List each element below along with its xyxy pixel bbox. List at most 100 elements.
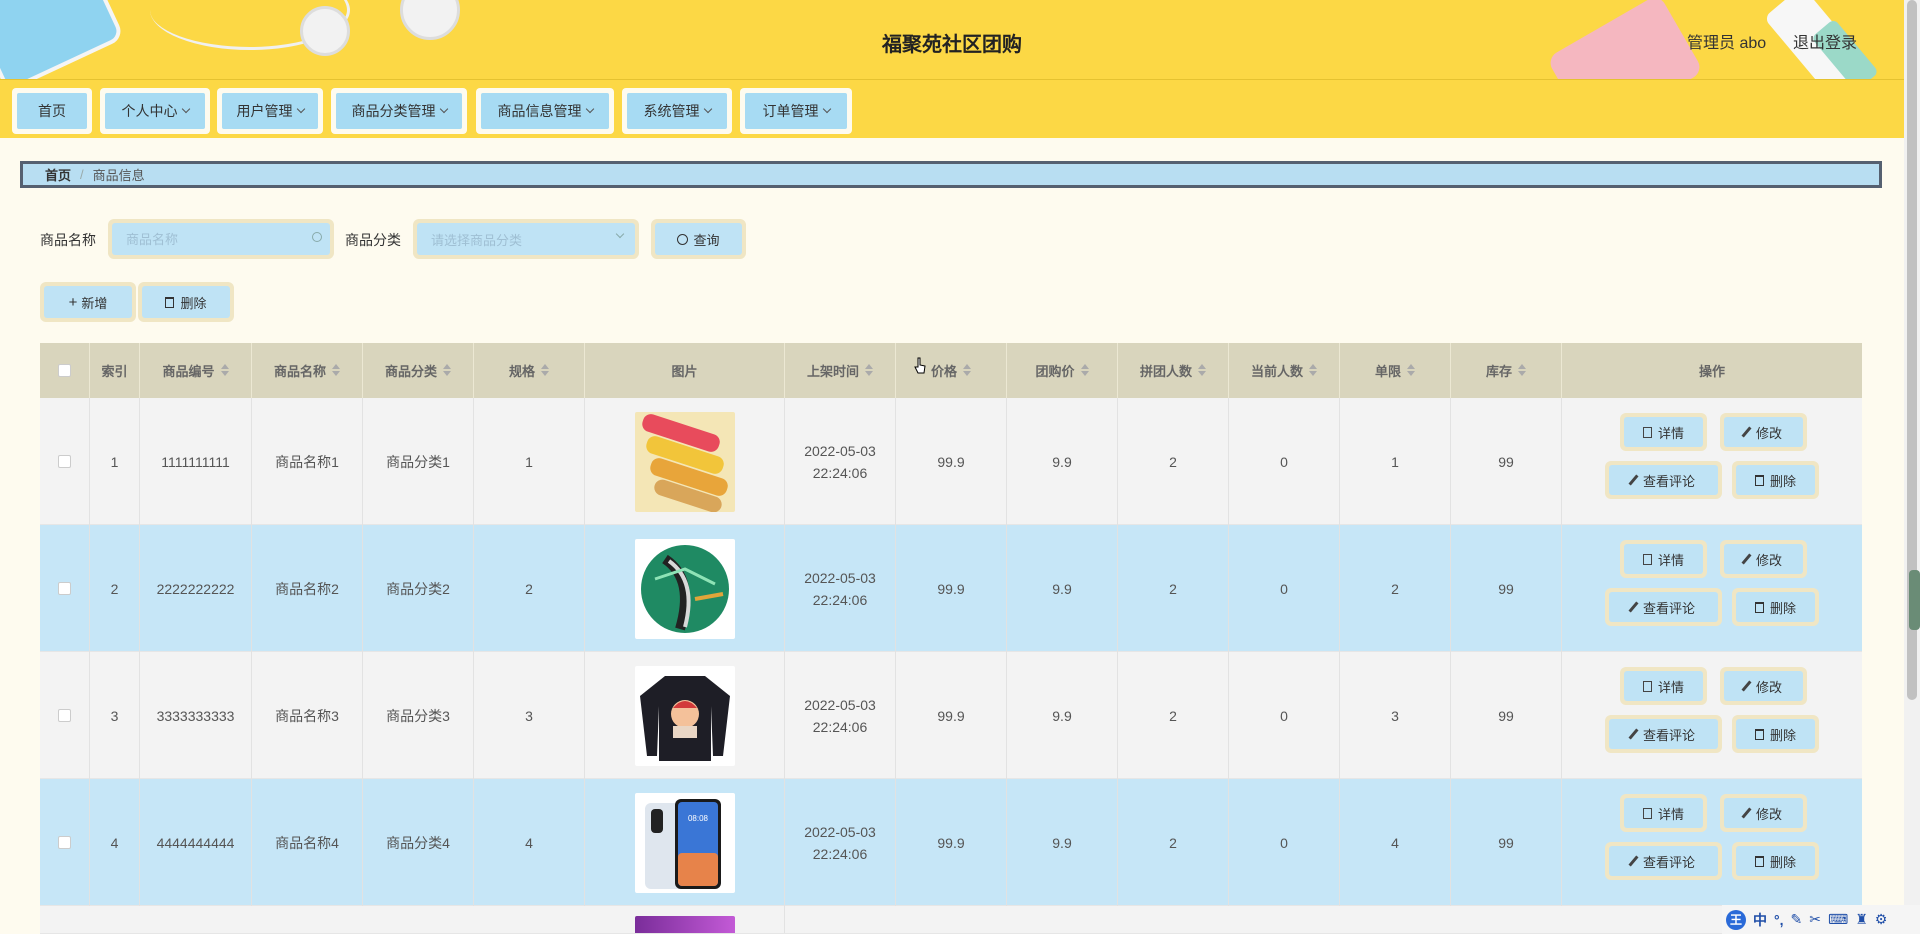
- delete-button-frame: 删除: [1732, 588, 1819, 626]
- header-current[interactable]: 当前人数: [1229, 343, 1340, 398]
- select-all-checkbox[interactable]: [58, 364, 71, 377]
- table-row: 4 4444444444 商品名称4 商品分类4 4 08:08 2022-05…: [40, 779, 1862, 906]
- cell-time: 2022-05-03 22:24:06: [785, 398, 896, 525]
- nav-item-personal-center[interactable]: 个人中心: [100, 88, 210, 134]
- ime-logo[interactable]: 王: [1726, 910, 1746, 930]
- delete-button[interactable]: 删除: [1736, 846, 1815, 876]
- sort-icon[interactable]: [443, 371, 451, 376]
- sort-icon[interactable]: [1518, 371, 1526, 376]
- sort-icon[interactable]: [1309, 371, 1317, 376]
- app-header: 福聚苑社区团购 管理员 abo 退出登录: [0, 0, 1904, 80]
- delete-button[interactable]: 删除: [1736, 465, 1815, 495]
- smartphone-image[interactable]: 08:08: [635, 793, 735, 893]
- nav-item-user-management[interactable]: 用户管理: [217, 88, 323, 134]
- row-checkbox[interactable]: [58, 455, 71, 468]
- pen-icon[interactable]: ✎: [1791, 911, 1803, 928]
- header-group-size[interactable]: 拼团人数: [1118, 343, 1229, 398]
- detail-button-frame: 详情: [1620, 540, 1707, 578]
- nav-item-home[interactable]: 首页: [12, 88, 92, 134]
- header-stock[interactable]: 库存: [1451, 343, 1562, 398]
- product-image[interactable]: [635, 916, 735, 934]
- row-checkbox[interactable]: [58, 836, 71, 849]
- query-button[interactable]: 查询: [655, 223, 742, 255]
- main-nav: 首页 个人中心 用户管理 商品分类管理 商品信息管理 系统管理 订单管理: [0, 80, 1904, 138]
- view-comments-button[interactable]: 查看评论: [1609, 846, 1718, 876]
- batch-delete-button[interactable]: 删除: [142, 286, 230, 318]
- punctuation-icon[interactable]: °,: [1774, 912, 1784, 928]
- edit-button[interactable]: 修改: [1724, 544, 1803, 574]
- nav-item-system-management[interactable]: 系统管理: [622, 88, 732, 134]
- view-comments-button[interactable]: 查看评论: [1609, 465, 1718, 495]
- edit-button[interactable]: 修改: [1724, 798, 1803, 828]
- header-group-price[interactable]: 团购价: [1007, 343, 1118, 398]
- sort-icon[interactable]: [1081, 371, 1089, 376]
- cell-group-price: 9.9: [1007, 779, 1118, 906]
- side-widget-handle[interactable]: [1909, 570, 1920, 630]
- cell-image: [585, 398, 785, 525]
- sort-icon[interactable]: [221, 371, 229, 376]
- document-icon: [1643, 808, 1652, 819]
- header-category[interactable]: 商品分类: [363, 343, 474, 398]
- detail-button[interactable]: 详情: [1624, 798, 1703, 828]
- logout-link[interactable]: 退出登录: [1793, 29, 1857, 53]
- skin-icon[interactable]: ♜: [1855, 911, 1868, 928]
- header-price[interactable]: 价格: [896, 343, 1007, 398]
- cell-limit: 2: [1340, 525, 1451, 652]
- edit-button[interactable]: 修改: [1724, 671, 1803, 701]
- row-checkbox[interactable]: [58, 709, 71, 722]
- nav-item-label: 订单管理: [763, 101, 819, 121]
- view-comments-button[interactable]: 查看评论: [1609, 719, 1718, 749]
- detail-button[interactable]: 详情: [1624, 417, 1703, 447]
- edit-icon: [1741, 553, 1751, 564]
- edit-icon: [1741, 680, 1751, 691]
- delete-button[interactable]: 删除: [1736, 719, 1815, 749]
- sort-icon[interactable]: [1198, 371, 1206, 376]
- edit-button-frame: 修改: [1720, 667, 1807, 705]
- scissors-icon[interactable]: ✂: [1809, 911, 1821, 928]
- detail-button[interactable]: 详情: [1624, 544, 1703, 574]
- cell-date: 2022-05-03: [804, 440, 876, 462]
- delete-button-frame: 删除: [1732, 842, 1819, 880]
- sort-icon[interactable]: [963, 371, 971, 376]
- sort-icon[interactable]: [1407, 371, 1415, 376]
- sort-icon[interactable]: [865, 371, 873, 376]
- settings-icon[interactable]: ⚙: [1875, 911, 1888, 928]
- detail-button-label: 详情: [1658, 804, 1684, 823]
- delete-button[interactable]: 删除: [1736, 592, 1815, 622]
- snack-canister-image[interactable]: [635, 412, 735, 512]
- header-name[interactable]: 商品名称: [252, 343, 363, 398]
- header-ops: 操作: [1562, 343, 1862, 398]
- header-time[interactable]: 上架时间: [785, 343, 896, 398]
- header-select-all[interactable]: [40, 343, 90, 398]
- add-button[interactable]: + 新增: [44, 286, 132, 318]
- sort-icon[interactable]: [332, 371, 340, 376]
- ime-mode-toggle[interactable]: 中: [1753, 910, 1767, 930]
- view-comments-button[interactable]: 查看评论: [1609, 592, 1718, 622]
- delete-button-label: 删除: [1770, 598, 1796, 617]
- product-name-input[interactable]: [126, 232, 289, 247]
- edit-button-label: 修改: [1756, 550, 1782, 569]
- edit-button[interactable]: 修改: [1724, 417, 1803, 447]
- category-select[interactable]: 请选择商品分类: [413, 219, 639, 259]
- comments-button-frame: 查看评论: [1605, 715, 1722, 753]
- nav-item-order-management[interactable]: 订单管理: [740, 88, 852, 134]
- breadcrumb-home[interactable]: 首页: [45, 165, 71, 184]
- header-limit[interactable]: 单限: [1340, 343, 1451, 398]
- document-icon: [1643, 554, 1652, 565]
- sort-icon[interactable]: [541, 371, 549, 376]
- cell-stock: 99: [1451, 779, 1562, 906]
- cell-stock: 99: [1451, 398, 1562, 525]
- football-image[interactable]: [635, 539, 735, 639]
- nav-item-product-management[interactable]: 商品信息管理: [476, 88, 614, 134]
- cell-code: 1111111111: [140, 398, 252, 525]
- view-comments-button-label: 查看评论: [1643, 725, 1695, 744]
- cell-spec: 2: [474, 525, 585, 652]
- header-spec[interactable]: 规格: [474, 343, 585, 398]
- keyboard-icon[interactable]: ⌨: [1828, 911, 1848, 928]
- nav-item-category-management[interactable]: 商品分类管理: [331, 88, 467, 134]
- header-category-label: 商品分类: [385, 361, 437, 380]
- sweatshirt-image[interactable]: [635, 666, 735, 766]
- header-code[interactable]: 商品编号: [140, 343, 252, 398]
- detail-button[interactable]: 详情: [1624, 671, 1703, 701]
- row-checkbox[interactable]: [58, 582, 71, 595]
